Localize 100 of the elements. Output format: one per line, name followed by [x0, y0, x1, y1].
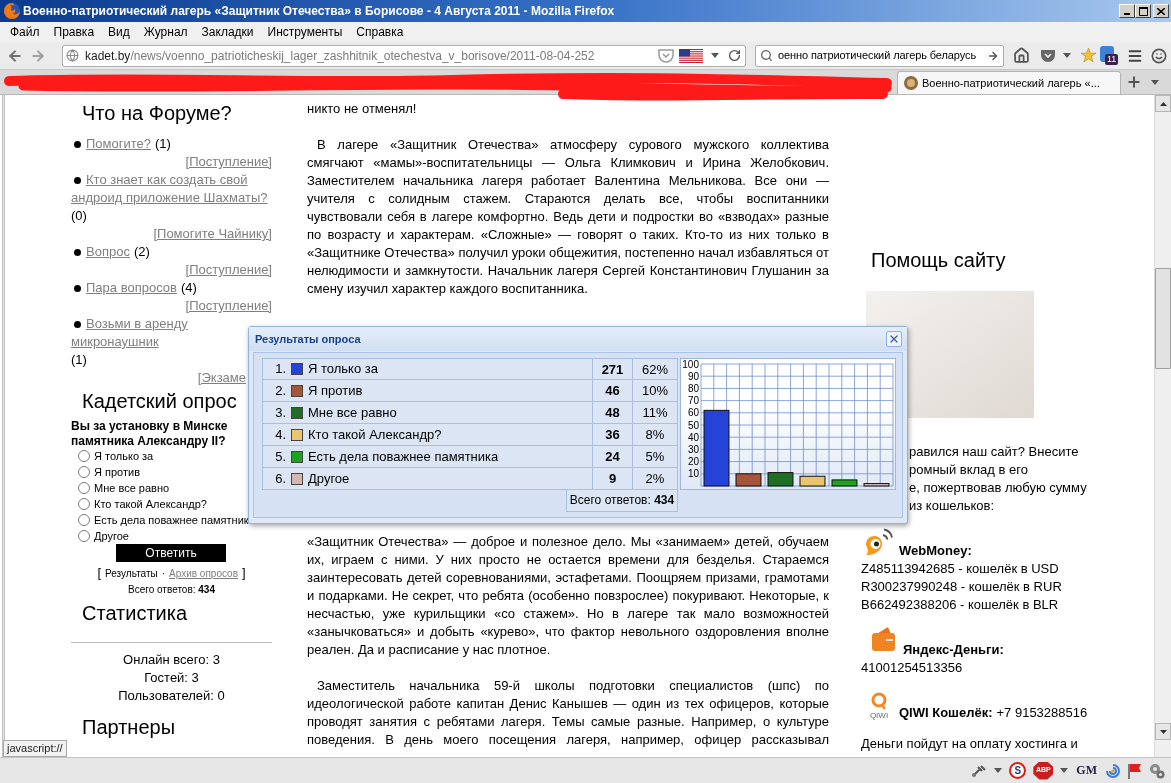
radio-label: Я только за: [94, 449, 154, 464]
caret-icon[interactable]: [994, 768, 1003, 773]
archive-link[interactable]: Архив опросов: [169, 568, 238, 579]
swirl-icon[interactable]: [1105, 762, 1121, 779]
addon-button[interactable]: GM: [1075, 762, 1098, 779]
scrollbar-thumb[interactable]: [1155, 268, 1171, 369]
caret-icon[interactable]: [1060, 768, 1069, 773]
star-icon[interactable]: [1081, 48, 1096, 63]
menu-item[interactable]: Закладки: [194, 23, 261, 41]
radio-button[interactable]: [78, 466, 90, 478]
stat-line: Гостей: 3: [143, 669, 200, 687]
vote-count: 9: [592, 468, 632, 489]
menu-item[interactable]: Правка: [46, 23, 102, 41]
stat-line: Пользователей: 0: [117, 687, 226, 705]
eye-mascot-icon: [864, 528, 893, 556]
option-label: Есть дела поважнее памятника: [308, 447, 499, 466]
caret-icon[interactable]: [1063, 53, 1071, 58]
smiley-icon[interactable]: [1151, 47, 1167, 64]
forum-category-link[interactable]: [Поступление]: [185, 262, 272, 277]
tool-icon[interactable]: [971, 763, 988, 778]
minimize-button[interactable]: [1119, 4, 1135, 18]
vote-percent: 8%: [632, 424, 677, 445]
forum-category-link[interactable]: [Экзаме: [197, 370, 246, 385]
menu-item[interactable]: Инструменты: [260, 23, 350, 41]
vote-count: 36: [592, 424, 632, 445]
scroll-up-button[interactable]: [1155, 95, 1171, 112]
ring-icon: [871, 692, 887, 710]
vote-count: 271: [592, 359, 632, 379]
linked-circles-icon[interactable]: [1149, 762, 1165, 779]
logo-caption: QIWI: [869, 711, 889, 720]
separator-dot: ·: [161, 568, 166, 579]
arrow-right-icon[interactable]: [987, 49, 999, 62]
wallet-number: Z485113942685 - кошелёк в USD: [861, 560, 1060, 578]
article-paragraph: «Защитник Отечества» — доброе и полезное дело. Мы «занимаем» детей, обучаем их, играем с ними. У них просто не остается времени для безделья. Стараемся заинтересовать детей соревнованиями, эстафетами. Поощряем призами, грамотами и подарками. Не секрет, что ребята (особенно повзрослее) покуривают. Некоторые, к несчастью, уже курильщики «со стажем». Но в лагере так мало возможностей «занычковаться» и добыть «курево», что фактор невольного оздоровления вполне реален. Да и расписание у нас плотное.: [307, 533, 829, 659]
home-icon[interactable]: [1013, 47, 1030, 64]
radio-button[interactable]: [78, 514, 90, 526]
close-icon: [888, 333, 900, 345]
maximize-button[interactable]: [1135, 4, 1151, 18]
vote-percent: 5%: [632, 446, 677, 467]
results-link[interactable]: Результаты: [105, 568, 158, 579]
option-label: Другое: [308, 469, 350, 488]
forum-topic-link[interactable]: Вопрос: [71, 243, 130, 261]
forum-topic-link[interactable]: Кто знает как создать свой андроид приложение Шахматы?: [71, 171, 272, 207]
wallet-number: B662492388206 - кошелёк в BLR: [861, 596, 1060, 614]
radio-button[interactable]: [78, 498, 90, 510]
y-tick-label: 10: [687, 468, 699, 480]
forum-category-link[interactable]: [Поступление]: [185, 298, 272, 313]
addon-button[interactable]: S: [1009, 762, 1027, 779]
section-heading: Статистика: [81, 601, 189, 625]
shield-icon[interactable]: [1040, 48, 1056, 63]
row-number: 5.: [274, 447, 286, 466]
wallet-number: +7 9153288516: [996, 704, 1088, 722]
vote-count: 46: [592, 380, 632, 401]
caret-icon[interactable]: [711, 53, 719, 58]
forum-category-link[interactable]: [Поступление]: [185, 154, 272, 169]
radio-button[interactable]: [78, 450, 90, 462]
scroll-down-button[interactable]: [1155, 723, 1171, 740]
article-paragraph: никто не отменял!: [307, 100, 418, 118]
wallet-name: QIWI Кошелёк:: [899, 704, 993, 722]
y-tick-label: 20: [687, 456, 699, 468]
y-tick-label: 70: [687, 395, 699, 407]
shield-icon[interactable]: [658, 48, 674, 63]
forum-topic-link[interactable]: Помогите?: [71, 135, 151, 153]
menu-item[interactable]: Файл: [3, 23, 47, 41]
radio-label: Другое: [94, 529, 129, 544]
minimize-icon: [1124, 13, 1130, 15]
vote-percent: 62%: [632, 359, 677, 379]
forum-topic-link[interactable]: Пара вопросов: [71, 279, 177, 297]
wallet-number: 41001254513356: [861, 659, 964, 677]
address-field[interactable]: kadet.by/news/voenno_patrioticheskij_lager_zashhitnik_otechestva_v_borisove/2011-08-04-252: [62, 44, 746, 67]
bracket-text: [: [97, 565, 102, 580]
menu-item[interactable]: Справка: [349, 23, 411, 41]
plus-icon[interactable]: [1126, 74, 1142, 90]
flag-icon[interactable]: [679, 48, 703, 63]
total-votes: Всего ответов: 434: [127, 583, 216, 597]
section-heading: Помощь сайту: [870, 248, 1007, 272]
radio-button[interactable]: [78, 530, 90, 542]
paragraph-fragment: равился наш сайт? Внесите: [909, 443, 1080, 461]
forum-topic-link[interactable]: Возьми в аренду микронаушник: [71, 315, 248, 351]
row-number: 4.: [274, 425, 286, 444]
reload-icon[interactable]: [728, 49, 741, 62]
vote-count: 48: [592, 402, 632, 423]
radio-button[interactable]: [78, 482, 90, 494]
globe-icon: [66, 49, 79, 62]
menu-item[interactable]: Журнал: [136, 23, 195, 41]
wallet-icon: [872, 627, 895, 651]
submit-button[interactable]: Ответить: [116, 544, 226, 562]
menu-icon[interactable]: [1127, 47, 1143, 64]
row-number: 1.: [274, 360, 286, 379]
menu-item[interactable]: Вид: [101, 23, 137, 41]
disc-icon: [904, 76, 918, 90]
browser-tab[interactable]: Военно-патриотический лагерь «...: [897, 71, 1121, 94]
vote-percent: 2%: [632, 468, 677, 489]
option-label: Мне все равно: [308, 403, 397, 422]
forum-category-link[interactable]: [Помогите Чайнику]: [153, 226, 272, 241]
section-heading: Кадетский опрос: [81, 389, 238, 413]
stat-line: Онлайн всего: 3: [122, 651, 221, 669]
vote-percent: 11%: [632, 402, 677, 423]
search-field[interactable]: оенно патриотический лагерь беларусь: [755, 44, 1004, 67]
caret-icon[interactable]: [1151, 80, 1159, 85]
